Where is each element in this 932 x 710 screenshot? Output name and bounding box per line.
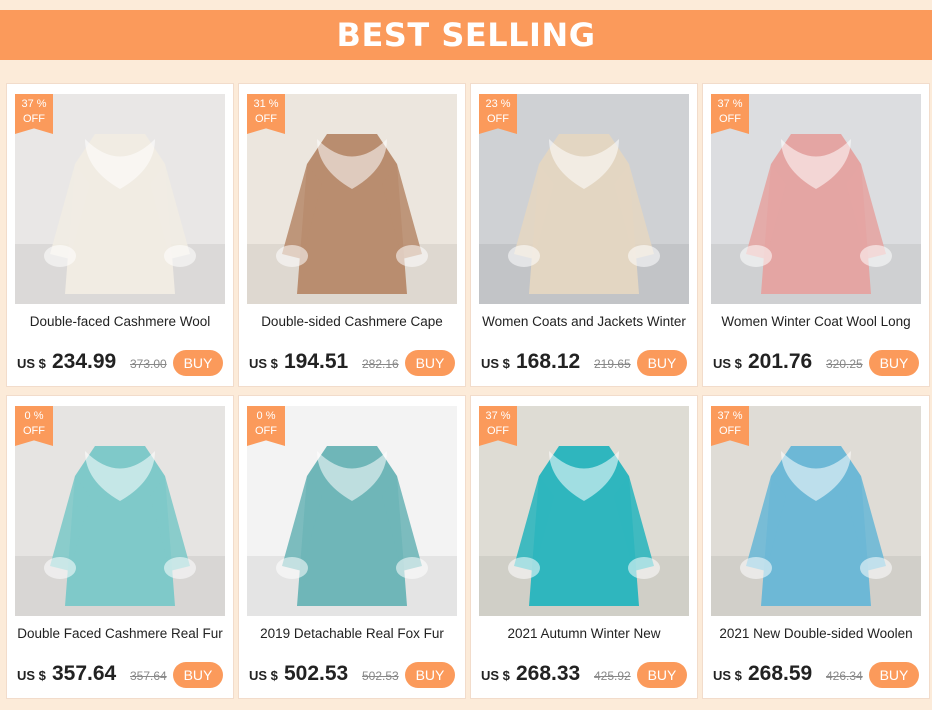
product-title[interactable]: 2019 Detachable Real Fox Fur [243,626,461,646]
currency-label: US $ [713,668,742,683]
discount-badge: 37 % OFF [711,406,749,446]
buy-button[interactable]: BUY [637,662,687,688]
product-title[interactable]: Double-faced Cashmere Wool [11,314,229,334]
currency-label: US $ [481,356,510,371]
product-card[interactable]: 31 % OFF Double-sided Cashmere Cape US $ 194… [238,83,466,387]
discount-badge: 0 % OFF [15,406,53,446]
price-row: US $ 502.53 502.53 BUY [239,660,465,690]
discount-percent: 23 % [485,98,511,110]
price-row: US $ 357.64 357.64 BUY [7,660,233,690]
product-title[interactable]: Women Winter Coat Wool Long [707,314,925,334]
currency-label: US $ [713,356,742,371]
original-price: 219.65 [594,357,631,371]
buy-button[interactable]: BUY [405,662,455,688]
product-card[interactable]: 0 % OFF 2019 Detachable Real Fox Fur US $ 50… [238,395,466,699]
price-row: US $ 194.51 282.16 BUY [239,348,465,378]
currency-label: US $ [481,668,510,683]
product-card[interactable]: 37 % OFF Women Winter Coat Wool Long US $ 20… [702,83,930,387]
product-card[interactable]: 37 % OFF Double-faced Cashmere Wool US $ 234… [6,83,234,387]
currency-label: US $ [249,356,278,371]
buy-button[interactable]: BUY [173,662,223,688]
discount-percent: 37 % [485,410,511,422]
product-title[interactable]: Double-sided Cashmere Cape [243,314,461,334]
sale-price: 194.51 [284,350,349,373]
discount-off-label: OFF [487,113,509,125]
product-card[interactable]: 37 % OFF 2021 Autumn Winter New US $ 268.33 4… [470,395,698,699]
discount-percent: 37 % [717,410,743,422]
discount-badge: 37 % OFF [711,94,749,134]
product-title[interactable]: Double Faced Cashmere Real Fur [11,626,229,646]
discount-percent: 37 % [21,98,47,110]
discount-off-label: OFF [487,425,509,437]
product-card[interactable]: 23 % OFF Women Coats and Jackets Winter US … [470,83,698,387]
price-row: US $ 268.59 426.34 BUY [703,660,929,690]
buy-button[interactable]: BUY [405,350,455,376]
discount-badge: 37 % OFF [15,94,53,134]
discount-badge: 23 % OFF [479,94,517,134]
original-price: 426.34 [826,669,863,683]
sale-price: 234.99 [52,350,117,373]
discount-off-label: OFF [255,425,277,437]
price-row: US $ 201.76 320.25 BUY [703,348,929,378]
product-card[interactable]: 0 % OFF Double Faced Cashmere Real Fur US $… [6,395,234,699]
discount-badge: 31 % OFF [247,94,285,134]
buy-button[interactable]: BUY [173,350,223,376]
price-row: US $ 268.33 425.92 BUY [471,660,697,690]
original-price: 373.00 [130,357,167,371]
sale-price: 268.59 [748,662,813,685]
product-title[interactable]: 2021 New Double-sided Woolen [707,626,925,646]
discount-percent: 31 % [253,98,279,110]
product-grid: 37 % OFF Double-faced Cashmere Wool US $ 234… [0,0,932,710]
price-row: US $ 168.12 219.65 BUY [471,348,697,378]
original-price: 282.16 [362,357,399,371]
original-price: 425.92 [594,669,631,683]
currency-label: US $ [17,668,46,683]
product-title[interactable]: Women Coats and Jackets Winter [475,314,693,334]
discount-off-label: OFF [255,113,277,125]
product-title[interactable]: 2021 Autumn Winter New [475,626,693,646]
discount-badge: 0 % OFF [247,406,285,446]
discount-percent: 37 % [717,98,743,110]
discount-off-label: OFF [719,113,741,125]
discount-off-label: OFF [23,425,45,437]
currency-label: US $ [249,668,278,683]
sale-price: 357.64 [52,662,117,685]
discount-badge: 37 % OFF [479,406,517,446]
discount-off-label: OFF [23,113,45,125]
buy-button[interactable]: BUY [869,350,919,376]
original-price: 320.25 [826,357,863,371]
original-price: 357.64 [130,669,167,683]
discount-percent: 0 % [256,410,276,422]
product-card[interactable]: 37 % OFF 2021 New Double-sided Woolen US $ 2… [702,395,930,699]
price-row: US $ 234.99 373.00 BUY [7,348,233,378]
sale-price: 268.33 [516,662,581,685]
sale-price: 201.76 [748,350,813,373]
original-price: 502.53 [362,669,399,683]
buy-button[interactable]: BUY [637,350,687,376]
discount-percent: 0 % [24,410,44,422]
sale-price: 502.53 [284,662,349,685]
discount-off-label: OFF [719,425,741,437]
sale-price: 168.12 [516,350,581,373]
buy-button[interactable]: BUY [869,662,919,688]
currency-label: US $ [17,356,46,371]
